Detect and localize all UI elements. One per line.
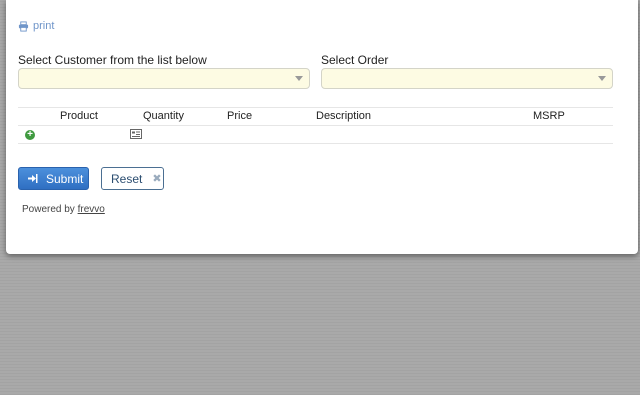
form-panel: print Select Customer from the list belo…: [6, 0, 638, 254]
column-header-msrp: MSRP: [533, 110, 565, 122]
id-card-icon[interactable]: [130, 129, 142, 139]
print-link[interactable]: print: [18, 20, 54, 32]
column-header-quantity: Quantity: [143, 110, 184, 122]
plus-circle-icon[interactable]: +: [25, 130, 35, 140]
column-header-description: Description: [316, 110, 372, 122]
order-select[interactable]: [321, 68, 613, 89]
reset-label: Reset: [111, 171, 143, 186]
powered-by-text: Powered by: [22, 204, 75, 215]
order-details-table: Product Quantity Price Description MSRP …: [18, 107, 613, 144]
chevron-down-icon: [598, 76, 606, 81]
close-icon: ✖: [152, 173, 162, 185]
submit-button[interactable]: Submit: [18, 167, 89, 190]
frevvo-link[interactable]: frevvo: [78, 204, 105, 215]
customer-select[interactable]: [18, 68, 310, 89]
table-header: Product Quantity Price Description MSRP: [18, 107, 613, 126]
printer-icon: [18, 20, 29, 32]
reset-button[interactable]: Reset ✖: [101, 167, 164, 190]
customer-label: Select Customer from the list below: [18, 53, 207, 67]
chevron-down-icon: [295, 76, 303, 81]
submit-label: Submit: [46, 171, 84, 186]
column-header-product: Product: [60, 110, 98, 122]
order-label: Select Order: [321, 53, 389, 67]
powered-by: Powered by frevvo: [22, 204, 105, 215]
print-label: print: [33, 20, 55, 32]
sign-in-icon: [28, 174, 38, 183]
column-header-price: Price: [227, 110, 253, 122]
table-row: +: [18, 126, 613, 144]
